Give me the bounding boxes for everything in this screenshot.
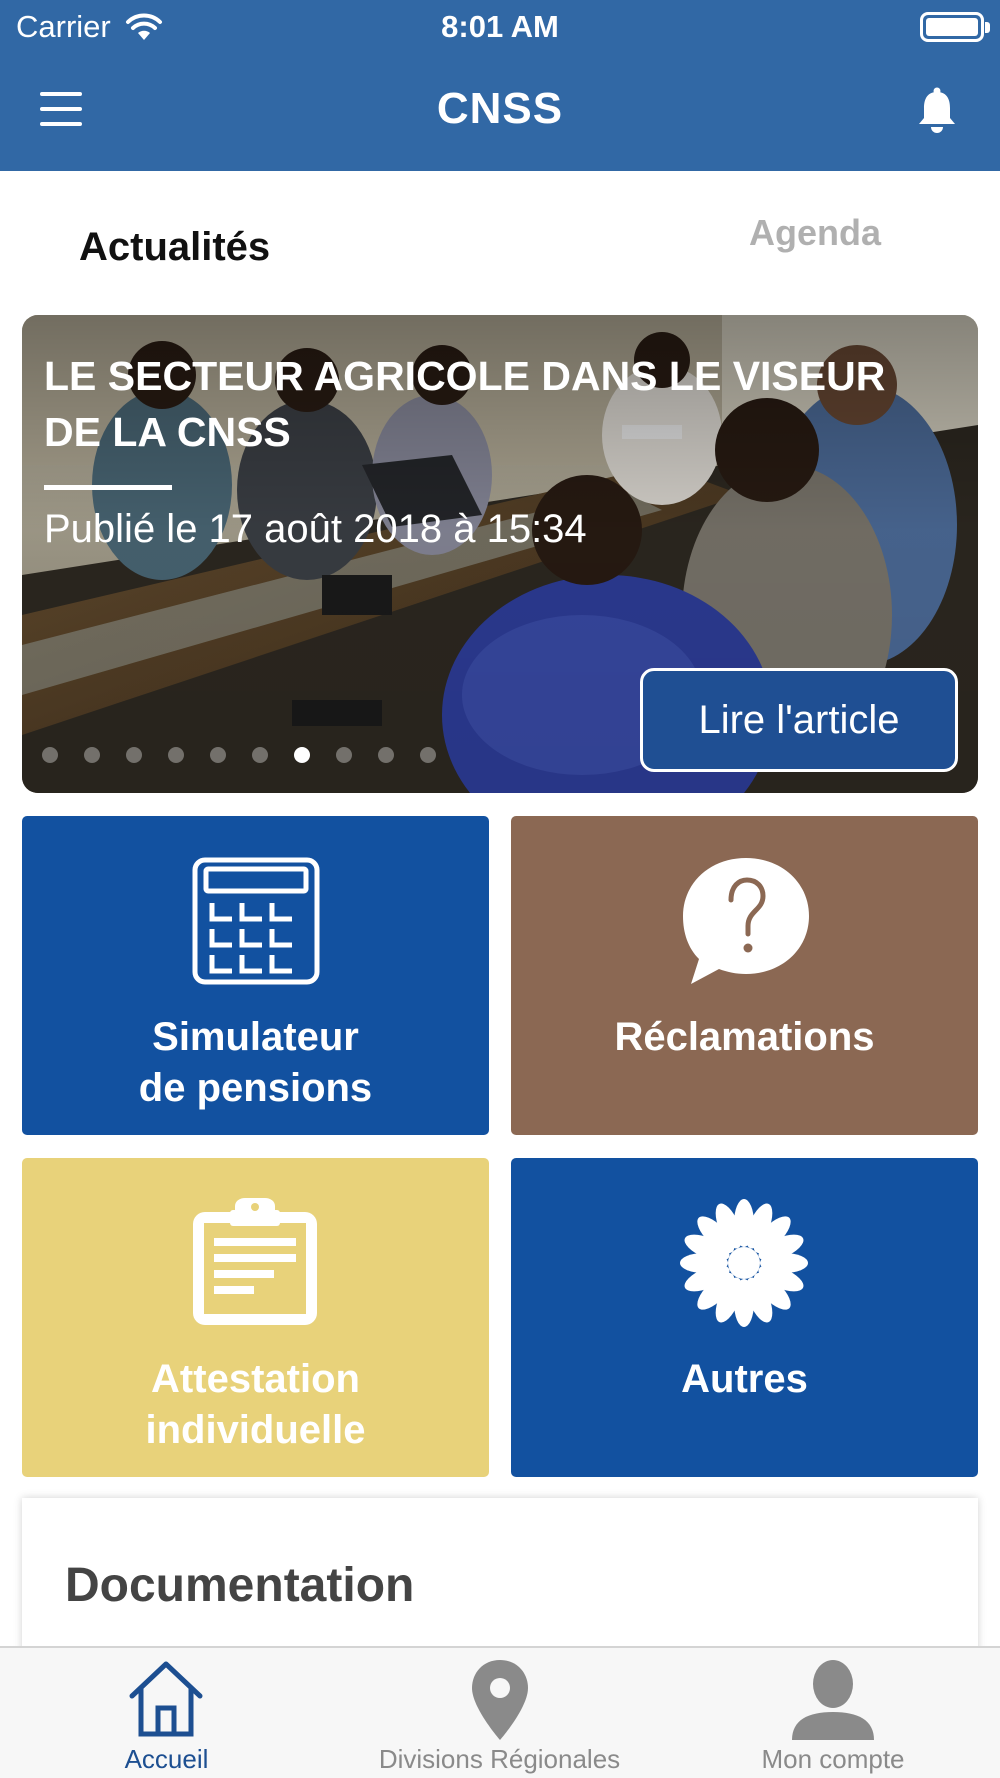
carousel-dot[interactable] (378, 747, 394, 763)
documentation-title: Documentation (65, 1559, 415, 1612)
tile-label-line1: Attestation (151, 1357, 360, 1401)
bottom-tab-bar: Accueil Divisions Régionales Mon compte (0, 1646, 1000, 1778)
carousel-dot[interactable] (336, 747, 352, 763)
tab-divisions-regionales[interactable]: Divisions Régionales (333, 1648, 666, 1778)
tile-label-line1: Autres (681, 1357, 808, 1401)
calculator-icon (192, 857, 320, 985)
carousel-dot[interactable] (126, 747, 142, 763)
battery-icon (920, 12, 990, 42)
carousel-dot[interactable] (294, 747, 310, 763)
tab-divisions-label: Divisions Régionales (378, 1744, 621, 1774)
tab-actualites[interactable]: Actualités (79, 225, 270, 270)
carousel-page-indicator (42, 747, 462, 763)
location-pin-icon (472, 1660, 528, 1740)
home-icon (129, 1661, 203, 1737)
tab-agenda[interactable]: Agenda (749, 212, 881, 254)
question-bubble-icon (683, 858, 809, 984)
individual-attestation-tile[interactable]: Attestation individuelle (22, 1158, 489, 1477)
claims-tile[interactable]: Réclamations (511, 816, 978, 1135)
tile-label-line2: individuelle (145, 1408, 366, 1452)
clipboard-icon (193, 1198, 317, 1325)
app-header: Carrier 8:01 AM CNSS (0, 0, 1000, 171)
nav-bar: CNSS (0, 56, 1000, 171)
carousel-dot[interactable] (84, 747, 100, 763)
news-carousel[interactable]: LE SECTEUR AGRICOLE DANS LE VISEUR DE LA… (22, 315, 978, 793)
clock: 8:01 AM (441, 9, 559, 44)
tab-compte-label: Mon compte (761, 1744, 905, 1774)
tab-accueil[interactable]: Accueil (0, 1648, 333, 1778)
user-icon (792, 1660, 874, 1740)
status-bar: Carrier 8:01 AM (0, 0, 1000, 56)
tile-label-line2: de pensions (138, 1066, 373, 1110)
title-underline (44, 485, 172, 490)
carousel-dot[interactable] (252, 747, 268, 763)
read-article-button[interactable]: Lire l'article (640, 668, 958, 772)
flower-icon (680, 1199, 808, 1327)
page-title: CNSS (436, 84, 564, 133)
tile-label-line1: Réclamations (614, 1015, 875, 1059)
notification-bell-icon[interactable] (914, 86, 960, 134)
carousel-dot[interactable] (168, 747, 184, 763)
pension-simulator-tile[interactable]: Simulateur de pensions (22, 816, 489, 1135)
tile-label-line1: Simulateur (152, 1015, 359, 1059)
carousel-dot[interactable] (42, 747, 58, 763)
carousel-dot[interactable] (420, 747, 436, 763)
carousel-dot[interactable] (210, 747, 226, 763)
tab-accueil-label: Accueil (124, 1744, 209, 1774)
tab-mon-compte[interactable]: Mon compte (666, 1648, 1000, 1778)
others-tile[interactable]: Autres (511, 1158, 978, 1477)
news-date: Publié le 17 août 2018 à 15:34 (44, 507, 587, 551)
news-title: LE SECTEUR AGRICOLE DANS LE VISEUR DE LA… (44, 353, 886, 455)
